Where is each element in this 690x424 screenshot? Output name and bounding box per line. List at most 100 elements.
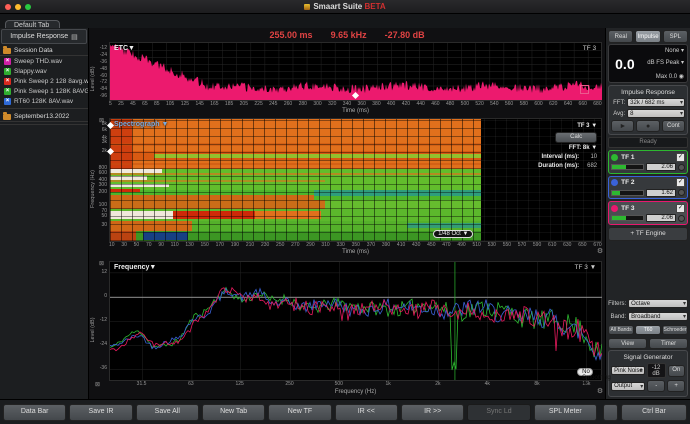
octave-resolution-dropdown[interactable]: 1/48 Oct ▼ bbox=[433, 230, 474, 238]
meter-source-dropdown[interactable]: None ▾ bbox=[665, 47, 684, 54]
band-select[interactable]: Broadband bbox=[628, 312, 688, 321]
tf-engine-row[interactable]: TF 2 ✓ 1.62 bbox=[608, 175, 688, 199]
folder-icon bbox=[3, 45, 11, 54]
toolbar-button-data-bar[interactable]: Data Bar bbox=[3, 403, 67, 421]
toolbar-button-save-all[interactable]: Save All bbox=[135, 403, 199, 421]
band-button-t60[interactable]: T60 bbox=[635, 325, 662, 335]
toolbar-button-ir-[interactable]: IR >> bbox=[400, 403, 465, 421]
tf-engine-row[interactable]: TF 3 ✓ 2.06 bbox=[608, 201, 688, 225]
avg-label: Avg: bbox=[613, 110, 626, 117]
sidebar-file-item[interactable]: × RT60 128K 8AV.wav bbox=[0, 96, 88, 106]
frequency-bottom-collapse-icon[interactable]: ⊠ bbox=[95, 381, 100, 388]
spectrograph-tf-dropdown[interactable]: TF 3 ▼ bbox=[538, 122, 597, 131]
mode-button-spl[interactable]: SPL bbox=[662, 30, 688, 43]
meter-max[interactable]: Max 0.0 ◉ bbox=[656, 73, 684, 80]
duration-value[interactable]: 682 bbox=[579, 162, 597, 171]
tf-radio-button[interactable] bbox=[678, 163, 685, 171]
frequency-title-dropdown[interactable]: Frequency▼ bbox=[114, 264, 156, 271]
etc-plot[interactable]: ETC▼ TF 3 bbox=[109, 42, 603, 101]
fft-select[interactable]: 32k / 682 ms bbox=[627, 98, 685, 107]
continuous-button[interactable]: Cont bbox=[661, 120, 685, 132]
tf-delay-value[interactable]: 1.62 bbox=[646, 188, 676, 197]
x-tick-label: 1k bbox=[385, 381, 391, 387]
frequency-chart: ⊠ Level (dB) 12 0 -12 -24 -36 Frequency▼ TF … bbox=[89, 260, 611, 400]
sidebar-file-item[interactable]: × Slappy.wav bbox=[0, 66, 88, 76]
fft-label: FFT: bbox=[613, 99, 626, 106]
waveform-file-icon: × bbox=[4, 77, 11, 85]
frequency-x-axis-label: Frequency (Hz) bbox=[334, 389, 377, 395]
x-tick-label: 110 bbox=[170, 242, 179, 248]
tf-enabled-checkbox[interactable]: ✓ bbox=[676, 178, 685, 187]
tf-delay-value[interactable]: 2.06 bbox=[646, 214, 676, 222]
x-tick-label: 63 bbox=[188, 381, 194, 387]
add-tf-engine-button[interactable]: + TF Engine bbox=[608, 226, 688, 241]
sidebar-file-item[interactable]: × Sweep THD.wav bbox=[0, 56, 88, 66]
mode-button-impulse[interactable]: Impulse bbox=[635, 30, 661, 43]
filters-select[interactable]: Octave bbox=[628, 299, 688, 308]
window-title: Smaart Suite BETA bbox=[0, 2, 690, 11]
filters-label: Filters: bbox=[608, 300, 627, 307]
tf-enabled-checkbox[interactable]: ✓ bbox=[676, 152, 685, 162]
toolbar-button-save-ir[interactable]: Save IR bbox=[69, 403, 133, 421]
signal-level-value[interactable]: -12 dB bbox=[646, 363, 666, 378]
y-tick-label: -72 bbox=[99, 79, 107, 86]
spectrograph-x-axis-label: Time (ms) bbox=[342, 249, 369, 255]
tf-engine-row[interactable]: TF 1 ✓ 2.06 bbox=[608, 150, 688, 174]
view-button[interactable]: View bbox=[608, 338, 648, 349]
x-tick-label: 125 bbox=[235, 381, 244, 387]
signal-route-select[interactable]: Output bbox=[611, 381, 646, 391]
calc-button[interactable]: Calc bbox=[555, 132, 598, 143]
x-tick-label: 5 bbox=[109, 101, 112, 107]
tab-bar: Default Tab bbox=[0, 14, 690, 31]
spectrograph-fft-dropdown[interactable]: FFT: 8k ▼ bbox=[538, 144, 597, 153]
toolbar-mini-button[interactable] bbox=[603, 403, 618, 421]
x-tick-label: 650 bbox=[578, 242, 587, 248]
tf-radio-button[interactable] bbox=[678, 189, 685, 196]
sidebar-file-item[interactable]: × Pink Sweep 2 128 8avg.wav bbox=[0, 76, 88, 86]
meter-value: 0.0 bbox=[615, 56, 635, 72]
spectrograph-title-dropdown[interactable]: Spectrograph ▼ bbox=[114, 121, 168, 128]
signal-plus-button[interactable]: + bbox=[667, 380, 685, 392]
sidebar-folder[interactable]: September13.2022 bbox=[0, 111, 88, 122]
signal-type-select[interactable]: Pink Noise bbox=[611, 366, 645, 375]
spectrograph-settings-gear-icon[interactable]: ⚙ bbox=[597, 247, 603, 255]
toolbar-button-new-tf[interactable]: New TF bbox=[268, 403, 332, 421]
spectrograph-collapse-icon[interactable]: ⊠ bbox=[99, 117, 104, 124]
ctrl-bar-button[interactable]: Ctrl Bar bbox=[621, 403, 687, 421]
x-tick-label: 50 bbox=[133, 242, 140, 248]
x-tick-label: 350 bbox=[351, 242, 360, 248]
etc-title-dropdown[interactable]: ETC▼ bbox=[114, 45, 135, 52]
frequency-plot[interactable]: Frequency▼ TF 3 ▼ No Smoothing ▼ bbox=[109, 261, 611, 387]
record-button[interactable]: ● bbox=[636, 120, 660, 132]
sidebar-file-item[interactable]: ×Pink Sweep 1 128K 8AVG.wav bbox=[0, 86, 88, 96]
tf-enabled-checkbox[interactable]: ✓ bbox=[676, 203, 685, 213]
sidebar-folder[interactable]: Session Data bbox=[0, 45, 88, 56]
band-button-all-bands[interactable]: All Bands bbox=[608, 325, 635, 335]
spectrograph-plot[interactable]: Spectrograph ▼ TF 3 ▼ Calc FFT: 8k ▼ Int… bbox=[106, 118, 603, 242]
frequency-cursor-line[interactable] bbox=[454, 262, 456, 380]
toolbar-button-ir-[interactable]: IR << bbox=[334, 403, 398, 421]
interval-value[interactable]: 10 bbox=[579, 153, 597, 162]
y-tick-label: 100 bbox=[98, 201, 107, 208]
tf-radio-button[interactable] bbox=[678, 214, 685, 222]
etc-selection-tool-icon[interactable] bbox=[580, 85, 590, 94]
meter-unit-dropdown[interactable]: dB FS Peak ▾ bbox=[647, 59, 684, 66]
play-button[interactable]: ► bbox=[611, 120, 635, 132]
frequency-collapse-icon[interactable]: ⊠ bbox=[99, 260, 104, 267]
toolbar-button-sync-ld[interactable]: Sync Ld bbox=[467, 403, 531, 421]
signal-minus-button[interactable]: - bbox=[647, 380, 666, 392]
frequency-tf-dropdown[interactable]: TF 3 ▼ bbox=[575, 264, 597, 271]
sidebar-header[interactable]: Impulse Response ▤ bbox=[1, 29, 87, 44]
x-tick-label: 2k bbox=[435, 381, 441, 387]
timer-button[interactable]: Timer bbox=[649, 338, 689, 349]
mode-button-real-time[interactable]: Real Time bbox=[608, 30, 634, 52]
smoothing-dropdown[interactable]: No Smoothing ▼ bbox=[577, 368, 611, 387]
avg-select[interactable]: 8 bbox=[627, 109, 685, 118]
band-button-schroeder[interactable]: Schroeder bbox=[662, 325, 688, 335]
x-tick-label: 430 bbox=[412, 242, 421, 248]
toolbar-button-new-tab[interactable]: New Tab bbox=[201, 403, 266, 421]
tf-delay-value[interactable]: 2.06 bbox=[646, 163, 676, 171]
frequency-settings-gear-icon[interactable]: ⚙ bbox=[597, 387, 603, 395]
toolbar-button-spl-meter[interactable]: SPL Meter bbox=[533, 403, 597, 421]
signal-on-button[interactable]: On bbox=[667, 364, 685, 377]
